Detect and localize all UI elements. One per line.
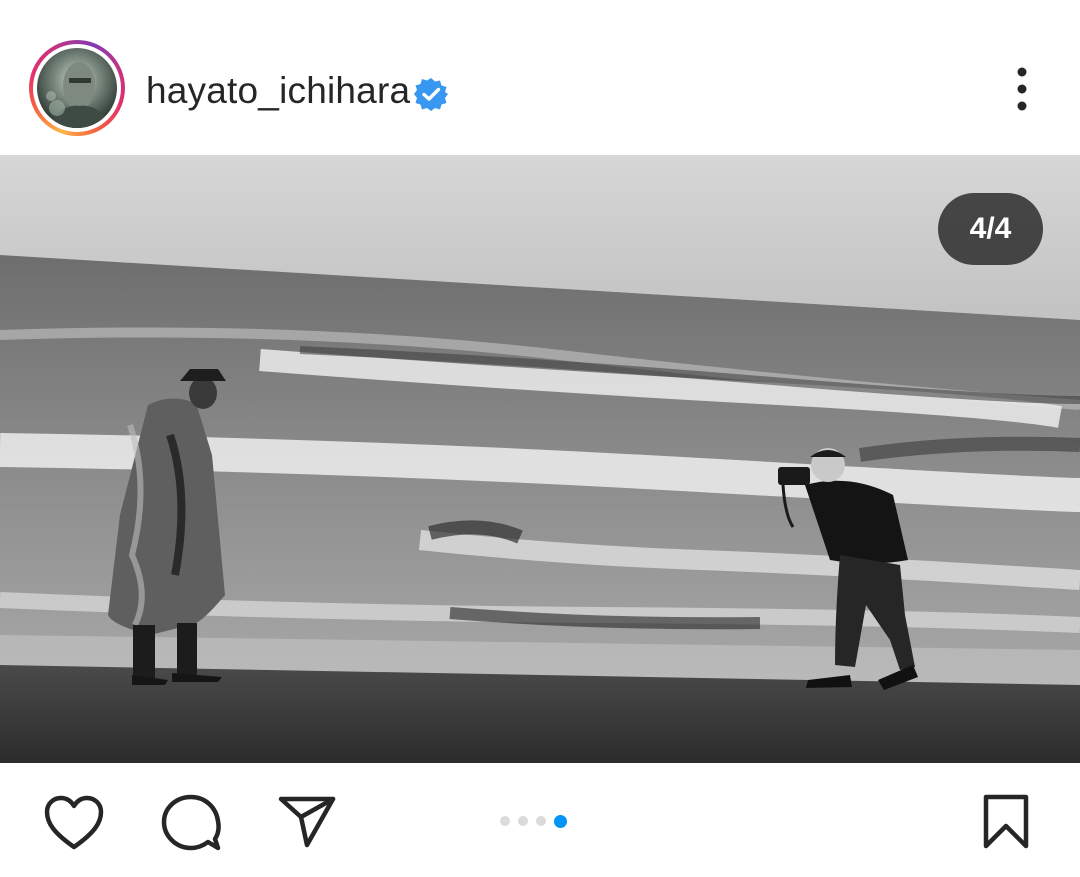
carousel-indicator [500,813,567,829]
paper-plane-icon[interactable] [278,795,336,849]
carousel-dot-active [554,814,567,828]
bookmark-icon[interactable] [982,794,1030,850]
post-header: hayato_ichihara [0,0,1080,155]
story-ring[interactable] [29,40,125,136]
verified-badge-icon [414,78,448,111]
more-vertical-icon[interactable] [1008,66,1036,112]
carousel-dot [536,816,546,826]
carousel-dot [518,816,528,826]
heart-icon[interactable] [44,795,104,851]
username[interactable]: hayato_ichihara [146,70,410,112]
carousel-dot [500,816,510,826]
carousel-counter: 4/4 [938,193,1043,265]
post-photo[interactable] [0,155,1080,763]
beach-photo-image [0,155,1080,763]
avatar[interactable] [37,48,117,128]
avatar-image [46,62,112,128]
comment-bubble-icon[interactable] [161,793,221,853]
